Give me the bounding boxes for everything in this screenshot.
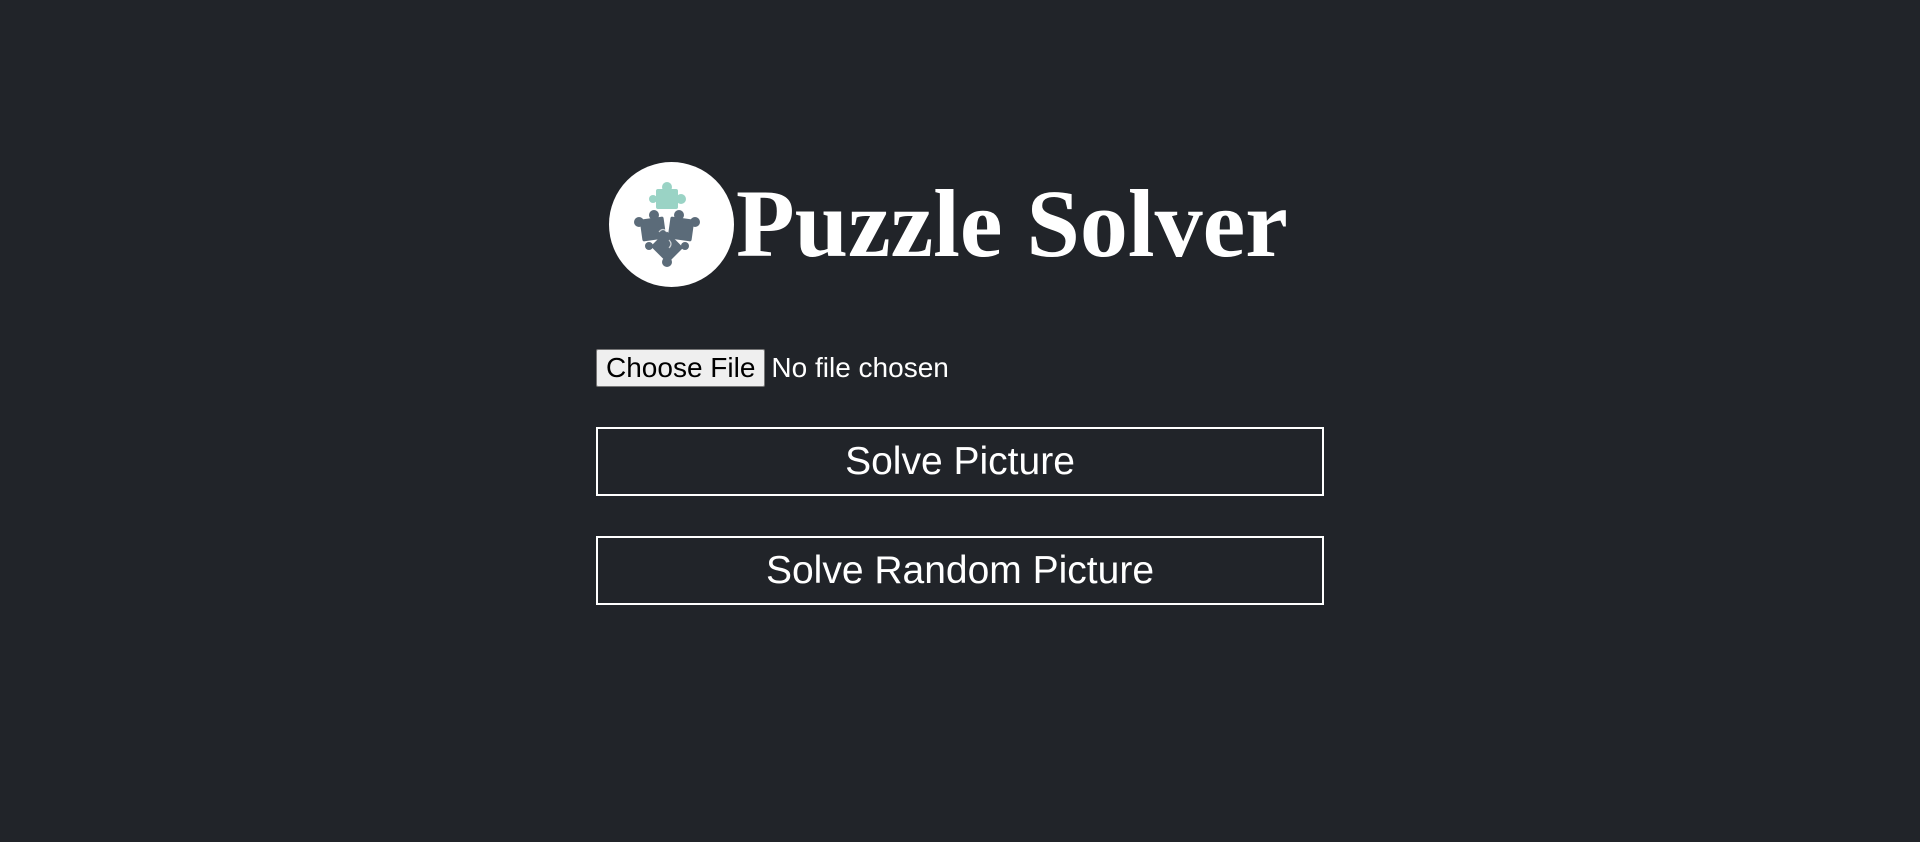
header: Puzzle Solver — [609, 160, 1288, 288]
file-status-text: No file chosen — [771, 352, 949, 383]
choose-file-button[interactable]: Choose File — [596, 349, 766, 387]
page-title: Puzzle Solver — [736, 170, 1288, 277]
file-input: Choose File No file chosen — [596, 348, 949, 388]
solve-picture-button[interactable]: Solve Picture — [596, 427, 1324, 496]
page: Puzzle Solver Choose File No file chosen… — [0, 0, 1920, 842]
logo — [609, 161, 734, 287]
puzzle-pieces-icon — [634, 181, 700, 267]
solve-random-picture-button[interactable]: Solve Random Picture — [596, 536, 1324, 605]
